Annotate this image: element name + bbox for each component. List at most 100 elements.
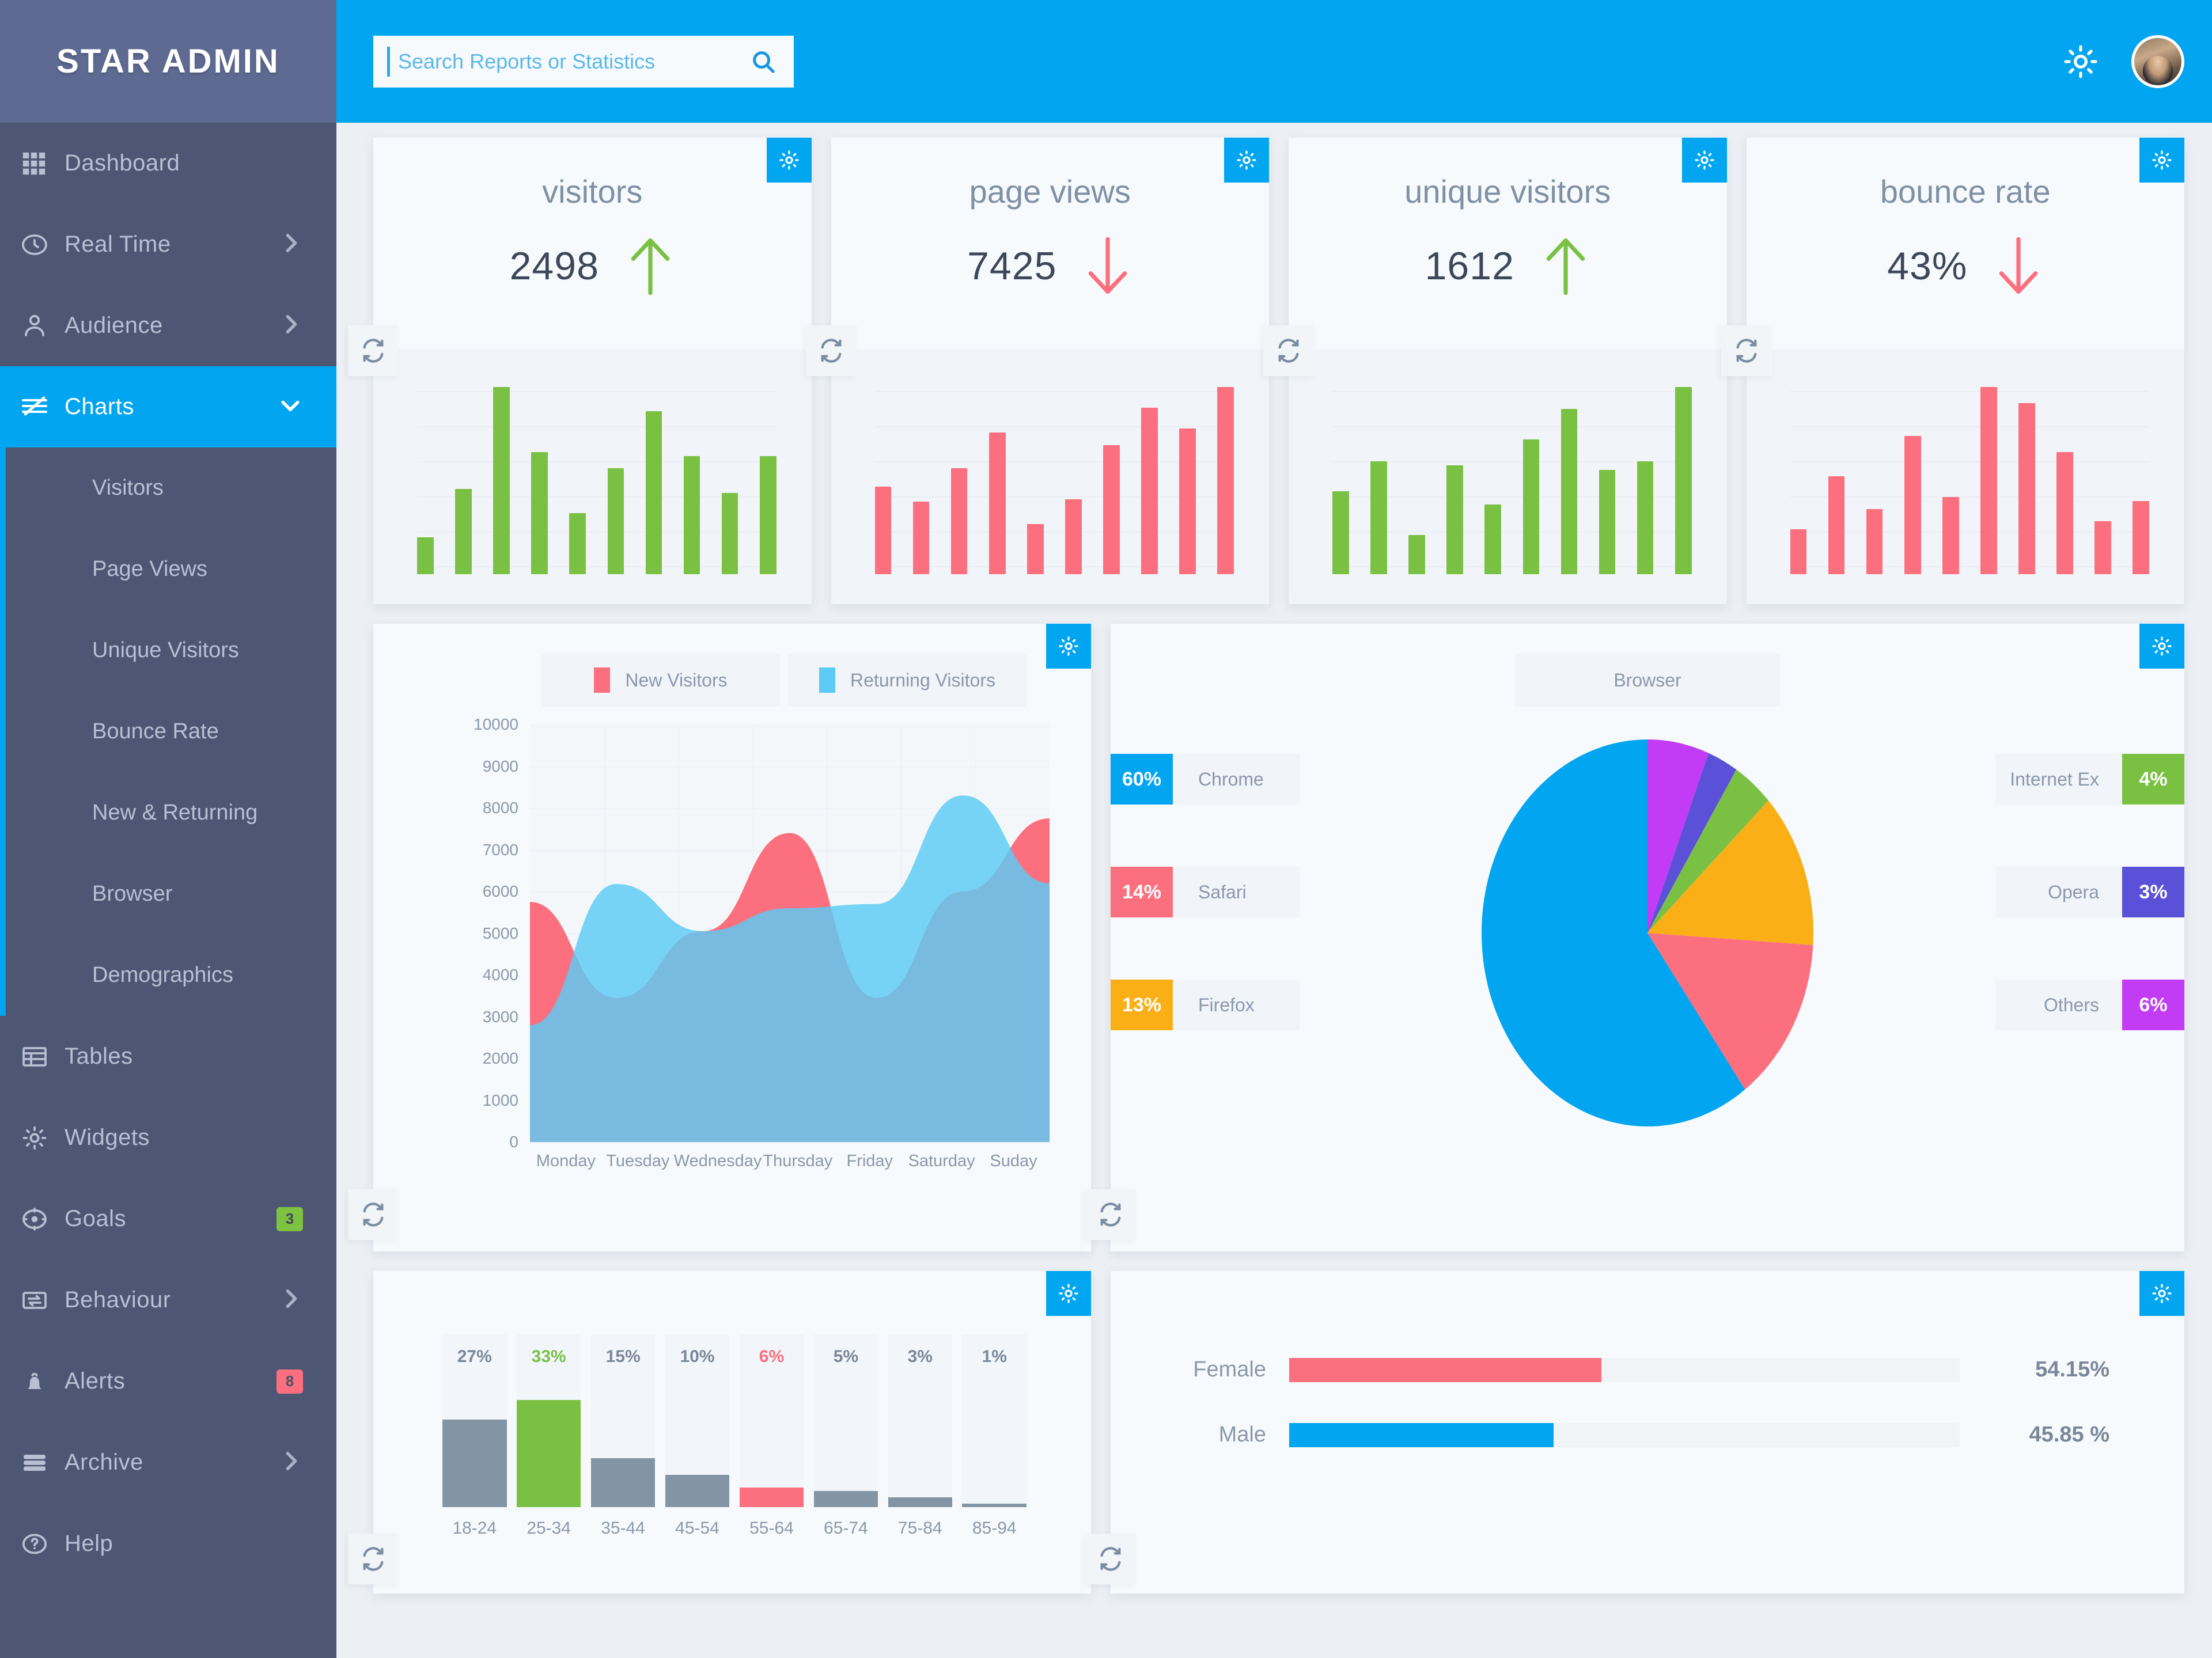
age-bar-value: 6% <box>759 1347 785 1366</box>
age-bar-value: 15% <box>605 1347 641 1366</box>
search-box[interactable] <box>373 35 794 88</box>
age-bar-value: 1% <box>982 1347 1007 1366</box>
browser-legend-internet-ex[interactable]: Internet Ex 4% <box>1995 754 2184 805</box>
bell-icon <box>21 1368 65 1395</box>
legend-name: Chrome <box>1173 754 1300 805</box>
card-refresh-icon[interactable] <box>1263 325 1314 376</box>
spark-bar <box>2018 403 2035 574</box>
sidebar-item-alerts[interactable]: Alerts 8 <box>0 1341 336 1422</box>
age-bar-fill <box>813 1490 878 1507</box>
sidebar-item-label: Alerts <box>65 1368 126 1394</box>
avatar[interactable] <box>2131 35 2184 88</box>
chevron-right-icon <box>280 232 303 258</box>
card-refresh-icon[interactable] <box>348 1534 399 1584</box>
trend-up-arrow-icon <box>626 236 675 297</box>
gender-bar-track <box>1289 1422 1960 1447</box>
age-bar-label: 25-34 <box>527 1519 571 1538</box>
submenu-item-unique-visitors[interactable]: Unique Visitors <box>0 610 336 691</box>
y-tick: 8000 <box>482 799 518 817</box>
card-refresh-icon[interactable] <box>348 325 399 376</box>
sidebar-item-label: Real Time <box>65 232 171 257</box>
legend-percent: 4% <box>2122 754 2184 805</box>
age-bar-column: 10% 45-54 <box>665 1334 730 1538</box>
gender-card: Female 54.15% Male 45.85 % <box>1085 1271 2184 1593</box>
submenu-item-demographics[interactable]: Demographics <box>0 935 336 1016</box>
top-bar <box>336 0 2212 123</box>
card-gear-icon[interactable] <box>1224 138 1269 183</box>
spark-bar <box>1828 476 1845 574</box>
browser-legend-others[interactable]: Others 6% <box>1995 980 2184 1030</box>
settings-gear-icon[interactable] <box>2062 43 2100 81</box>
submenu-item-bounce-rate[interactable]: Bounce Rate <box>0 691 336 772</box>
age-bar-value: 10% <box>680 1347 715 1366</box>
spark-bar <box>683 456 700 574</box>
stat-card-unique-visitors-sparkline: unique visitors 1612 <box>1263 138 1727 604</box>
sidebar-item-label: Dashboard <box>65 150 180 176</box>
card-refresh-icon[interactable] <box>1085 1534 1136 1584</box>
sidebar-item-charts[interactable]: Charts <box>0 366 336 447</box>
legend-new-visitors[interactable]: New Visitors <box>541 654 780 707</box>
brand-logo[interactable]: STAR ADMIN <box>0 0 336 123</box>
spark-bar <box>455 488 472 574</box>
age-bar-track: 1% <box>962 1334 1027 1507</box>
submenu-item-browser[interactable]: Browser <box>0 853 336 935</box>
sidebar-item-archive[interactable]: Archive <box>0 1422 336 1503</box>
card-gear-icon[interactable] <box>1046 1271 1091 1316</box>
area-series <box>530 795 1050 1142</box>
age-demographics-card: 27% 18-24 33% 25-34 15% 35-44 10% 45-54 … <box>348 1271 1091 1593</box>
age-bar-track: 27% <box>442 1334 507 1507</box>
browser-legend-firefox[interactable]: 13% Firefox <box>1111 980 1300 1030</box>
sidebar-item-help[interactable]: Help <box>0 1503 336 1584</box>
sidebar-item-real-time[interactable]: Real Time <box>0 204 336 285</box>
spark-bar <box>721 492 738 574</box>
sidebar-item-label: Goals <box>65 1206 126 1231</box>
browser-legend-opera[interactable]: Opera 3% <box>1995 867 2184 917</box>
card-gear-icon[interactable] <box>2139 138 2184 183</box>
bottom-row: 27% 18-24 33% 25-34 15% 35-44 10% 45-54 … <box>348 1271 2184 1593</box>
card-refresh-icon[interactable] <box>1721 325 1772 376</box>
card-gear-icon[interactable] <box>1681 138 1727 183</box>
search-input[interactable] <box>390 49 750 74</box>
chevron-right-icon <box>280 1450 303 1476</box>
spark-bar <box>950 468 968 574</box>
sidebar-item-tables[interactable]: Tables <box>0 1016 336 1097</box>
spark-bar <box>1065 499 1082 574</box>
card-gear-icon[interactable] <box>1046 624 1091 669</box>
sidebar-item-audience[interactable]: Audience <box>0 285 336 366</box>
gear-icon <box>21 1124 65 1152</box>
legend-returning-visitors[interactable]: Returning Visitors <box>788 654 1027 707</box>
age-bar-track: 15% <box>590 1334 656 1507</box>
submenu-item-new-returning[interactable]: New & Returning <box>0 772 336 853</box>
stat-card-visitors-sparkline: visitors 2498 <box>348 138 812 604</box>
sidebar-item-behaviour[interactable]: Behaviour <box>0 1259 336 1341</box>
age-bar-column: 5% 65-74 <box>813 1334 878 1538</box>
age-bar-label: 35-44 <box>601 1519 645 1538</box>
sidebar-badge: 3 <box>276 1206 303 1231</box>
submenu-item-page-views[interactable]: Page Views <box>0 529 336 610</box>
card-refresh-icon[interactable] <box>348 1189 399 1240</box>
search-icon[interactable] <box>750 48 777 75</box>
card-gear-icon[interactable] <box>2139 624 2184 669</box>
card-refresh-icon[interactable] <box>805 325 857 376</box>
stat-value: 2498 <box>509 244 599 288</box>
browser-legend-safari[interactable]: 14% Safari <box>1111 867 1300 917</box>
age-bar-value: 33% <box>531 1347 566 1366</box>
card-gear-icon[interactable] <box>2139 1271 2184 1316</box>
submenu-item-visitors[interactable]: Visitors <box>0 447 336 529</box>
sidebar-item-dashboard[interactable]: Dashboard <box>0 123 336 204</box>
sidebar-item-widgets[interactable]: Widgets <box>0 1097 336 1178</box>
legend-swatch <box>819 667 836 693</box>
spark-bar <box>1904 435 1921 574</box>
middle-row: New Visitors Returning Visitors 10000 900… <box>348 624 2184 1251</box>
stat-sparkline-area <box>1746 350 2184 604</box>
age-bar-label: 55-64 <box>749 1519 794 1538</box>
pie-holder <box>1318 727 1977 1251</box>
browser-legend-chrome[interactable]: 60% Chrome <box>1111 754 1300 805</box>
card-gear-icon[interactable] <box>766 138 812 183</box>
exchange-icon <box>21 1287 65 1314</box>
stat-title: unique visitors <box>1404 173 1611 210</box>
sidebar-item-goals[interactable]: Goals 3 <box>0 1178 336 1259</box>
stat-value: 7425 <box>967 244 1057 288</box>
card-refresh-icon[interactable] <box>1085 1189 1136 1240</box>
x-tick: Monday <box>536 1152 596 1170</box>
